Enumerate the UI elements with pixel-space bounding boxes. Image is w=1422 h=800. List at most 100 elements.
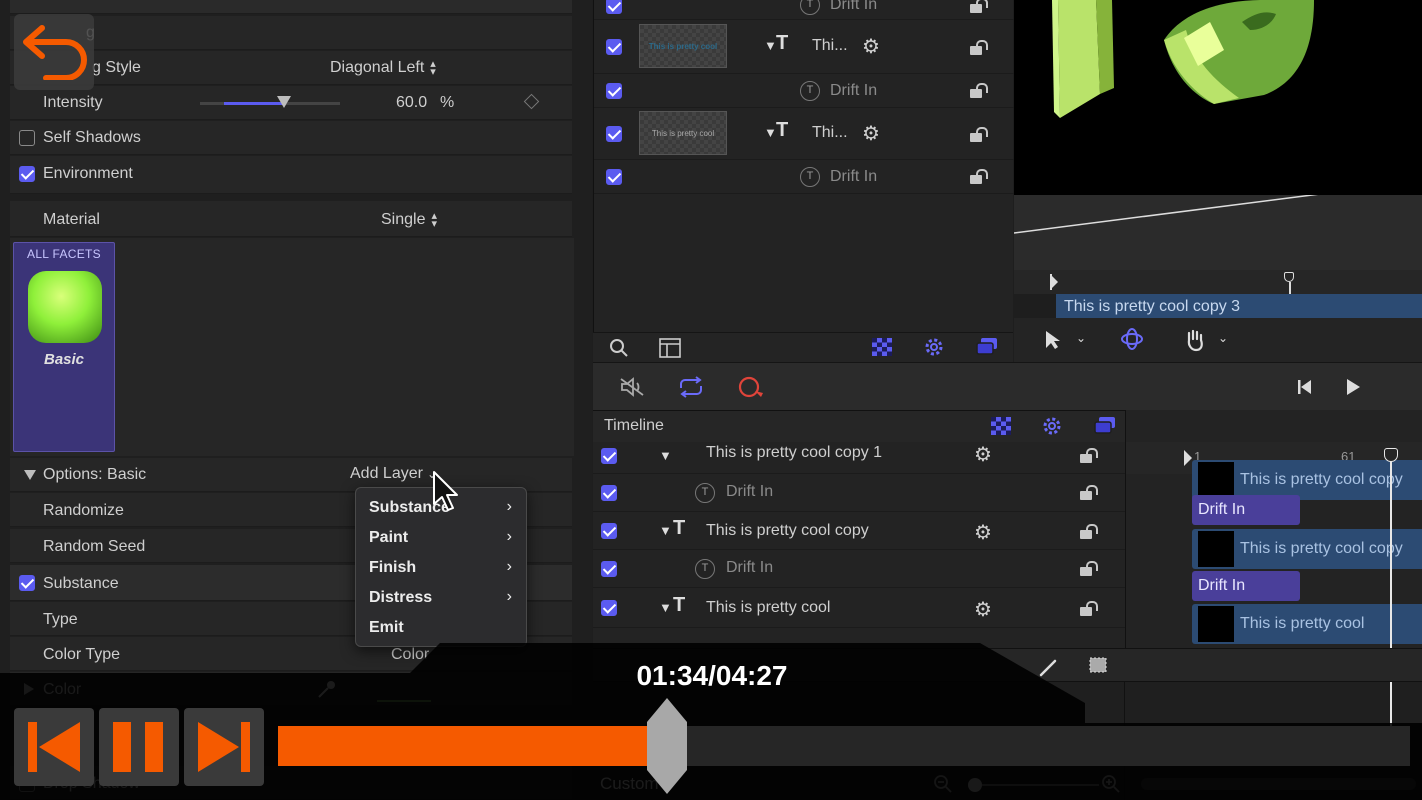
layer-enable-checkbox[interactable] xyxy=(606,169,622,185)
canvas-viewer[interactable] xyxy=(1014,0,1422,195)
clip-layer[interactable]: This is pretty cool xyxy=(1192,604,1422,644)
behaviors-gear-icon[interactable] xyxy=(923,336,945,358)
color-well[interactable] xyxy=(377,700,431,706)
lighting-style-popup[interactable]: Diagonal Left ▴ ▾ xyxy=(330,58,436,77)
disclosure-open-icon[interactable]: ▼ xyxy=(659,523,672,538)
layer-enable-checkbox[interactable] xyxy=(606,39,622,55)
skip-back-button[interactable] xyxy=(14,708,94,786)
play-icon[interactable] xyxy=(1345,377,1361,397)
lock-icon[interactable] xyxy=(1080,448,1098,463)
lock-icon[interactable] xyxy=(970,127,988,142)
lock-icon[interactable] xyxy=(1080,561,1098,576)
menu-item-finish[interactable]: Finish › xyxy=(356,554,526,582)
in-point-marker[interactable] xyxy=(1184,450,1192,466)
facet-card[interactable]: ALL FACETS Basic xyxy=(13,242,115,452)
gear-icon[interactable]: ⚙ xyxy=(974,520,992,545)
layer-enable-checkbox[interactable] xyxy=(606,0,622,14)
back-button[interactable] xyxy=(14,14,94,90)
zoom-in-icon[interactable] xyxy=(1101,774,1121,794)
record-keyframe-icon[interactable] xyxy=(737,375,767,401)
layer-row-behavior[interactable]: T Drift In xyxy=(594,74,1014,108)
zoom-slider-knob[interactable] xyxy=(968,778,982,792)
material-popup[interactable]: Single ▴ ▾ xyxy=(381,210,437,229)
lock-icon[interactable] xyxy=(970,83,988,98)
layer-row-behavior[interactable]: T Drift In xyxy=(594,0,1014,20)
clip-behavior[interactable]: Drift In xyxy=(1192,495,1300,525)
loop-icon[interactable] xyxy=(677,376,705,398)
disclosure-open-icon[interactable] xyxy=(24,470,36,480)
gear-icon[interactable]: ⚙ xyxy=(862,121,880,146)
timeline-row-layer[interactable]: ▼ This is pretty cool copy 1 ⚙ xyxy=(593,442,1125,474)
lock-icon[interactable] xyxy=(1080,524,1098,539)
menu-item-paint[interactable]: Paint › xyxy=(356,524,526,552)
lock-icon[interactable] xyxy=(1080,601,1098,616)
self-shadows-checkbox[interactable] xyxy=(19,130,35,146)
timeline-row-behavior[interactable]: T Drift In xyxy=(593,474,1125,512)
intensity-value[interactable]: 60.0 xyxy=(396,94,427,112)
mini-timeline-ruler[interactable] xyxy=(1014,270,1422,294)
add-layer-popup[interactable]: Add Layer ⌄ xyxy=(350,465,437,483)
disclosure-open-icon[interactable]: ▼ xyxy=(764,38,777,53)
skip-forward-button[interactable] xyxy=(184,708,264,786)
layer-row-text[interactable]: This is pretty cool ▼ T Thi... ⚙ xyxy=(594,108,1014,160)
lock-icon[interactable] xyxy=(1080,485,1098,500)
checkerboard-icon[interactable] xyxy=(990,416,1012,436)
menu-item-emit[interactable]: Emit xyxy=(356,614,526,642)
chevron-down-icon[interactable]: ⌄ xyxy=(1076,331,1086,345)
intensity-slider[interactable] xyxy=(200,96,340,108)
color-type-value[interactable]: Color xyxy=(391,646,429,664)
mini-timeline-clip[interactable]: This is pretty cool copy 3 xyxy=(1056,294,1422,318)
pause-button[interactable] xyxy=(99,708,179,786)
intensity-slider-knob[interactable] xyxy=(277,96,291,108)
gear-icon[interactable]: ⚙ xyxy=(974,597,992,622)
layer-enable-checkbox[interactable] xyxy=(601,600,617,616)
environment-checkbox[interactable] xyxy=(19,166,35,182)
disclosure-open-icon[interactable]: ▼ xyxy=(659,448,672,463)
playhead-marker[interactable] xyxy=(1384,448,1398,462)
timeline-scrollbar[interactable] xyxy=(1141,778,1416,790)
gear-icon[interactable]: ⚙ xyxy=(974,442,992,467)
layer-enable-checkbox[interactable] xyxy=(601,523,617,539)
layer-enable-checkbox[interactable] xyxy=(601,485,617,501)
marquee-select-icon[interactable] xyxy=(1087,655,1111,677)
layer-enable-checkbox[interactable] xyxy=(606,126,622,142)
timeline-row-layer[interactable]: ▼ T This is pretty cool copy ⚙ xyxy=(593,512,1125,550)
skip-to-start-icon[interactable] xyxy=(1297,378,1313,396)
lock-icon[interactable] xyxy=(970,40,988,55)
eyedropper-icon[interactable] xyxy=(316,678,338,700)
scrub-handle[interactable] xyxy=(645,698,689,794)
hand-pan-icon[interactable] xyxy=(1184,328,1206,352)
layer-row-behavior[interactable]: T Drift In xyxy=(594,160,1014,194)
timeline-row-layer[interactable]: ▼ T This is pretty cool ⚙ xyxy=(593,588,1125,628)
gear-icon[interactable]: ⚙ xyxy=(862,34,880,59)
disclosure-closed-icon[interactable] xyxy=(24,683,34,695)
panel-layout-icon[interactable] xyxy=(659,338,681,358)
mini-playhead-marker[interactable] xyxy=(1284,272,1294,282)
layer-enable-checkbox[interactable] xyxy=(601,561,617,577)
lock-icon[interactable] xyxy=(970,169,988,184)
keyframe-diamond-icon[interactable] xyxy=(523,93,540,110)
disclosure-open-icon[interactable]: ▼ xyxy=(764,125,777,140)
zoom-out-icon[interactable] xyxy=(933,774,953,794)
layer-enable-checkbox[interactable] xyxy=(601,448,617,464)
3d-transform-icon[interactable] xyxy=(1120,328,1144,350)
timeline-tracks[interactable]: 1 61 This is pretty cool copy Drift In T… xyxy=(1125,410,1422,648)
search-icon[interactable] xyxy=(609,338,629,358)
timeline-row-behavior[interactable]: T Drift In xyxy=(593,550,1125,588)
filters-stack-icon[interactable] xyxy=(1093,415,1117,437)
checkerboard-icon[interactable] xyxy=(871,337,893,357)
layer-enable-checkbox[interactable] xyxy=(606,83,622,99)
clip-layer[interactable]: This is pretty cool copy xyxy=(1192,460,1422,500)
chevron-down-icon[interactable]: ⌄ xyxy=(1218,331,1228,345)
select-arrow-icon[interactable] xyxy=(1044,330,1062,350)
zoom-slider[interactable] xyxy=(969,784,1099,786)
lock-icon[interactable] xyxy=(970,0,988,13)
disclosure-open-icon[interactable]: ▼ xyxy=(659,600,672,615)
layer-row-text[interactable]: This is pretty cool ▼ T Thi... ⚙ xyxy=(594,20,1014,74)
substance-checkbox[interactable] xyxy=(19,575,35,591)
filters-stack-icon[interactable] xyxy=(975,336,999,358)
clip-layer[interactable]: This is pretty cool copy xyxy=(1192,529,1422,569)
menu-item-distress[interactable]: Distress › xyxy=(356,584,526,612)
mute-audio-icon[interactable] xyxy=(619,377,645,397)
behaviors-gear-icon[interactable] xyxy=(1041,415,1063,437)
